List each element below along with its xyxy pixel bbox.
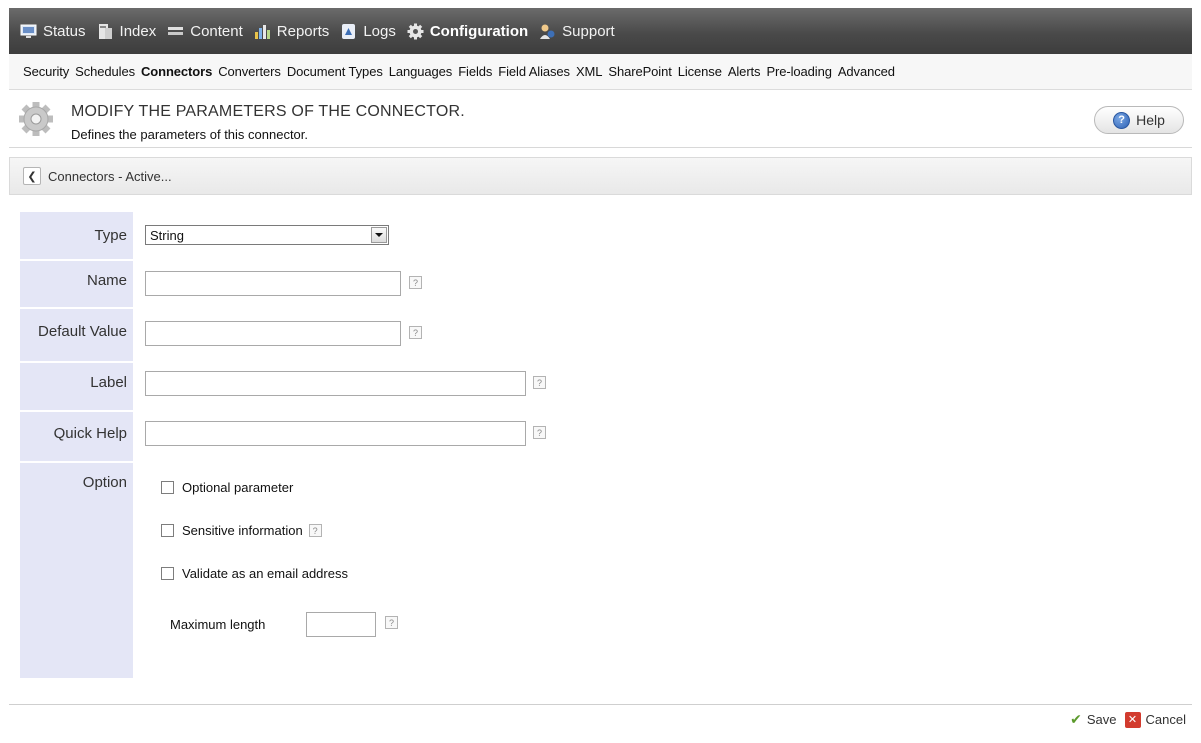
label-field-label: Label — [90, 374, 127, 391]
help-button[interactable]: ? Help — [1094, 106, 1184, 134]
gear-icon — [407, 23, 424, 40]
row-divider — [20, 259, 133, 261]
subnav-document-types[interactable]: Document Types — [287, 64, 383, 79]
name-label: Name — [86, 272, 127, 289]
cancel-button[interactable]: ✕ Cancel — [1117, 711, 1186, 728]
cancel-button-label: Cancel — [1145, 712, 1186, 727]
name-help-icon[interactable]: ? — [409, 276, 422, 289]
chevron-down-icon[interactable] — [371, 227, 387, 243]
subnav-connectors[interactable]: Connectors — [141, 64, 212, 79]
top-navigation-bar: Status Index Content Reports Logs Config… — [9, 8, 1192, 61]
topnav-content[interactable]: Content — [163, 8, 250, 54]
topnav-content-label: Content — [190, 22, 243, 40]
content-icon — [167, 23, 184, 40]
row-divider — [20, 307, 133, 309]
validate-email-label[interactable]: Validate as an email address — [182, 566, 348, 581]
quick-help-help-icon[interactable]: ? — [533, 426, 546, 439]
name-input[interactable] — [145, 271, 401, 296]
topnav-status[interactable]: Status — [16, 8, 93, 54]
checkmark-icon: ✔ — [1070, 711, 1082, 727]
topnav-index[interactable]: Index — [93, 8, 164, 54]
topnav-status-label: Status — [43, 22, 86, 40]
default-value-help-icon[interactable]: ? — [409, 326, 422, 339]
help-button-label: Help — [1136, 112, 1165, 128]
subnav-alerts[interactable]: Alerts — [728, 64, 761, 79]
sensitive-information-help-icon[interactable]: ? — [308, 524, 322, 537]
save-button[interactable]: ✔ Save — [1070, 711, 1116, 728]
label-input[interactable] — [145, 371, 526, 396]
topnav-reports-label: Reports — [276, 22, 330, 40]
topnav-logs-label: Logs — [363, 22, 396, 40]
type-label: Type — [94, 227, 127, 244]
quick-help-label: Quick Help — [53, 425, 127, 442]
label-help-icon[interactable]: ? — [533, 376, 546, 389]
topnav-logs[interactable]: Logs — [336, 8, 403, 54]
row-divider — [20, 361, 133, 363]
page-header: MODIFY THE PARAMETERS OF THE CONNECTOR. … — [9, 90, 1192, 148]
subnav-schedules[interactable]: Schedules — [75, 64, 135, 79]
type-select-value: String — [150, 228, 184, 243]
sensitive-information-checkbox[interactable] — [161, 524, 174, 537]
default-value-label: Default Value — [38, 323, 127, 340]
support-icon — [539, 23, 556, 40]
validate-email-checkbox[interactable] — [161, 567, 174, 580]
save-button-label: Save — [1086, 712, 1117, 727]
topnav-index-label: Index — [119, 22, 157, 40]
bar-chart-icon — [254, 23, 271, 40]
type-select[interactable]: String — [145, 225, 389, 245]
page-title: MODIFY THE PARAMETERS OF THE CONNECTOR. — [71, 103, 465, 120]
help-circle-icon: ? — [1113, 111, 1131, 129]
topnav-support-label: Support — [562, 22, 615, 40]
subnav-license[interactable]: License — [678, 64, 722, 79]
option-label: Option — [82, 474, 127, 491]
server-icon — [97, 23, 114, 40]
page-subtitle: Defines the parameters of this connector… — [71, 127, 309, 142]
configuration-subnav: Security Schedules Connectors Converters… — [9, 54, 1192, 90]
topnav-reports[interactable]: Reports — [250, 8, 337, 54]
subnav-field-aliases[interactable]: Field Aliases — [498, 64, 570, 79]
breadcrumb: ❮ Connectors - Active... — [9, 157, 1192, 195]
form-actions: ✔ Save ✕ Cancel — [1070, 711, 1186, 728]
footer-divider — [9, 704, 1192, 705]
subnav-converters[interactable]: Converters — [218, 64, 281, 79]
settings-gear-icon — [17, 100, 55, 138]
optional-parameter-checkbox[interactable] — [161, 481, 174, 494]
quick-help-input[interactable] — [145, 421, 526, 446]
subnav-xml[interactable]: XML — [576, 64, 603, 79]
maximum-length-help-icon[interactable]: ? — [385, 616, 398, 629]
maximum-length-label: Maximum length — [170, 617, 266, 632]
row-divider — [20, 461, 133, 463]
subnav-pre-loading[interactable]: Pre-loading — [766, 64, 831, 79]
sensitive-information-label[interactable]: Sensitive information — [182, 523, 303, 538]
row-divider — [20, 410, 133, 412]
subnav-languages[interactable]: Languages — [389, 64, 453, 79]
subnav-sharepoint[interactable]: SharePoint — [608, 64, 671, 79]
monitor-icon — [20, 23, 37, 40]
subnav-fields[interactable]: Fields — [458, 64, 492, 79]
topnav-configuration[interactable]: Configuration — [403, 8, 535, 54]
back-arrow-icon[interactable]: ❮ — [23, 167, 41, 185]
maximum-length-input[interactable] — [306, 612, 376, 637]
close-icon: ✕ — [1124, 711, 1141, 728]
topnav-configuration-label: Configuration — [429, 22, 529, 40]
subnav-advanced[interactable]: Advanced — [838, 64, 895, 79]
sensitive-information-option: Sensitive information ? — [161, 523, 322, 538]
log-icon — [340, 23, 357, 40]
validate-email-option: Validate as an email address — [161, 566, 348, 581]
optional-parameter-label[interactable]: Optional parameter — [182, 480, 293, 495]
optional-parameter-option: Optional parameter — [161, 480, 293, 495]
breadcrumb-link[interactable]: Connectors - Active... — [48, 169, 172, 184]
subnav-security[interactable]: Security — [23, 64, 69, 79]
default-value-input[interactable] — [145, 321, 401, 346]
topnav-support[interactable]: Support — [535, 8, 622, 54]
